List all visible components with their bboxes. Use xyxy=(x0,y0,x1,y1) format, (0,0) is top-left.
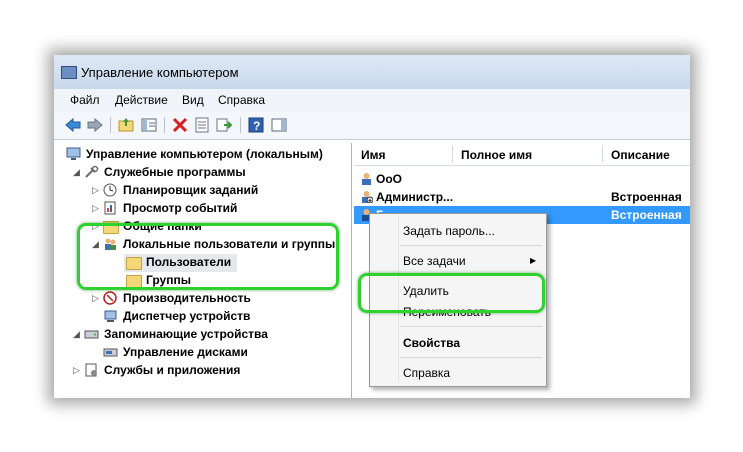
help-icon[interactable]: ? xyxy=(247,116,265,134)
collapsed-arrow-icon[interactable]: ▷ xyxy=(92,185,99,196)
disabled-user-icon xyxy=(360,190,374,204)
menu-help[interactable]: Справка xyxy=(218,93,265,107)
tools-icon xyxy=(84,165,99,179)
computer-icon xyxy=(66,147,81,161)
highlight-box-local-users xyxy=(77,223,339,290)
services-icon xyxy=(84,363,99,377)
menu-separator xyxy=(400,245,542,246)
back-arrow-icon[interactable] xyxy=(64,116,82,134)
user-icon xyxy=(360,172,373,185)
list-header: Имя Полное имя Описание xyxy=(354,143,690,166)
column-separator[interactable] xyxy=(602,145,603,163)
clock-icon xyxy=(103,183,118,197)
column-description[interactable]: Описание xyxy=(611,148,670,162)
menu-separator xyxy=(400,357,542,358)
computer-management-icon xyxy=(61,66,77,79)
menu-item-help[interactable]: Справка xyxy=(403,366,450,380)
delete-icon[interactable] xyxy=(171,116,189,134)
properties-icon[interactable] xyxy=(193,116,211,134)
menu-bar: Файл Действие Вид Справка xyxy=(54,89,690,112)
collapsed-arrow-icon[interactable]: ▷ xyxy=(73,365,80,376)
action-pane-icon[interactable] xyxy=(270,116,288,134)
collapsed-arrow-icon[interactable]: ▷ xyxy=(92,203,99,214)
title-bar: Управление компьютером xyxy=(54,55,690,89)
menu-item-properties[interactable]: Свойства xyxy=(403,336,460,350)
submenu-arrow-icon: ▶ xyxy=(530,256,537,265)
toolbar-separator xyxy=(240,117,241,133)
menu-view[interactable]: Вид xyxy=(182,93,204,107)
expanded-arrow-icon[interactable]: ◢ xyxy=(73,167,80,178)
show-hide-console-tree-icon[interactable] xyxy=(140,116,158,134)
column-separator[interactable] xyxy=(452,145,453,163)
export-list-icon[interactable] xyxy=(215,116,233,134)
expanded-arrow-icon[interactable]: ◢ xyxy=(73,329,80,340)
performance-icon xyxy=(103,291,118,305)
device-manager-icon xyxy=(103,309,118,323)
list-row[interactable]: OoO xyxy=(354,170,690,188)
toolbar: ? xyxy=(54,111,690,140)
menu-item-set-password[interactable]: Задать пароль... xyxy=(403,224,495,238)
menu-separator xyxy=(400,326,542,327)
window-title: Управление компьютером xyxy=(81,65,239,80)
highlight-box-delete xyxy=(358,273,545,313)
column-fullname[interactable]: Полное имя xyxy=(461,148,532,162)
list-row[interactable]: Администр... Встроенная уч xyxy=(354,188,690,218)
collapsed-arrow-icon[interactable]: ▷ xyxy=(92,293,99,304)
menu-file[interactable]: Файл xyxy=(70,93,100,107)
up-folder-icon[interactable] xyxy=(117,116,135,134)
forward-arrow-icon[interactable] xyxy=(86,116,104,134)
svg-text:?: ? xyxy=(253,119,260,133)
toolbar-separator xyxy=(110,117,111,133)
storage-icon xyxy=(84,327,99,341)
menu-action[interactable]: Действие xyxy=(115,93,168,107)
toolbar-separator xyxy=(164,117,165,133)
column-name[interactable]: Имя xyxy=(361,148,386,162)
event-viewer-icon xyxy=(103,201,118,215)
menu-item-all-tasks[interactable]: Все задачи xyxy=(403,254,466,268)
disk-management-icon xyxy=(103,345,118,359)
